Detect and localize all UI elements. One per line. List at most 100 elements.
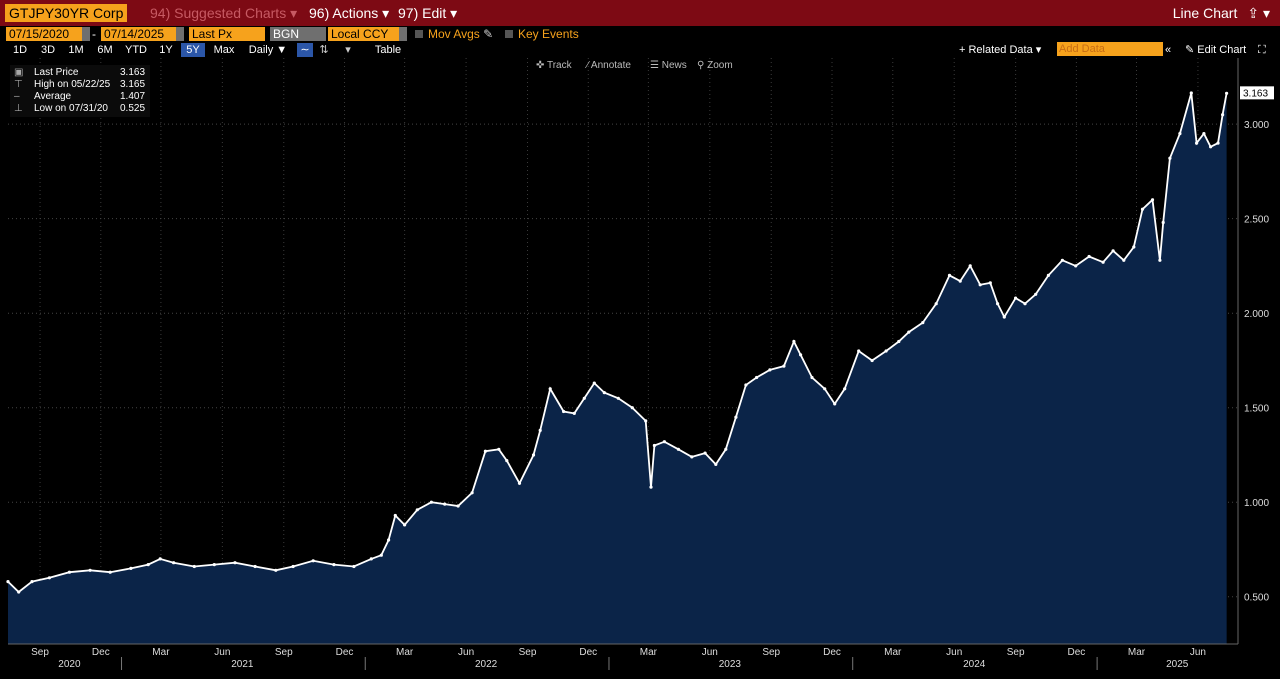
legend-last-label: Last Price bbox=[34, 67, 79, 78]
x-year-label: 2022 bbox=[475, 659, 498, 670]
price-point bbox=[1221, 113, 1225, 117]
x-month-label: Dec bbox=[92, 647, 110, 658]
legend-high-row: ⊤ High on 05/22/25 3.165 bbox=[10, 79, 150, 91]
price-point bbox=[505, 459, 509, 463]
legend-average-label: Average bbox=[34, 91, 72, 102]
price-point bbox=[146, 563, 150, 567]
price-point bbox=[884, 349, 888, 353]
price-chart[interactable]: 0.500 1.000 1.500 2.000 2.500 3.000 3.163 Sep De… bbox=[0, 0, 1280, 679]
y-tick-label: 2.000 bbox=[1244, 309, 1269, 320]
price-point bbox=[690, 455, 694, 459]
track-tool[interactable]: ✜ Track bbox=[536, 60, 572, 72]
legend-last-row: ▣ Last Price 3.163 bbox=[10, 67, 150, 79]
price-point bbox=[1168, 156, 1172, 160]
price-point bbox=[921, 321, 925, 325]
price-point bbox=[1225, 91, 1229, 95]
low-icon: ⊥ bbox=[14, 103, 23, 114]
price-point bbox=[1111, 249, 1115, 253]
legend-average-row: – Average 1.407 bbox=[10, 91, 150, 103]
legend-average-value: 1.407 bbox=[120, 91, 146, 102]
chart-legend: ▣ Last Price 3.163 ⊤ High on 05/22/25 3.… bbox=[10, 65, 150, 117]
x-month-label: Sep bbox=[519, 647, 537, 658]
x-month-label: Dec bbox=[1068, 647, 1086, 658]
x-month-label: Jun bbox=[214, 647, 230, 658]
x-month-label: Jun bbox=[702, 647, 718, 658]
x-month-label: Jun bbox=[458, 647, 474, 658]
price-point bbox=[192, 564, 196, 569]
price-point bbox=[1023, 302, 1027, 306]
news-icon: ☰ bbox=[650, 60, 662, 71]
price-point bbox=[676, 447, 681, 451]
x-month-label: Sep bbox=[31, 647, 49, 658]
price-point bbox=[429, 500, 433, 504]
x-month-label: Jun bbox=[1190, 647, 1206, 658]
annotate-tool[interactable]: ∕ Annotate bbox=[587, 60, 631, 72]
x-month-label: Mar bbox=[152, 647, 170, 658]
price-point bbox=[1189, 91, 1193, 95]
price-point bbox=[483, 449, 487, 453]
news-label: News bbox=[661, 60, 687, 71]
price-point bbox=[88, 568, 92, 572]
price-point bbox=[734, 415, 738, 419]
y-tick-label: 3.000 bbox=[1244, 120, 1269, 131]
zoom-tool[interactable]: ⚲ Zoom bbox=[697, 60, 733, 72]
price-point bbox=[792, 339, 796, 344]
price-point bbox=[592, 381, 596, 385]
x-year-label: 2025 bbox=[1166, 659, 1189, 670]
price-point bbox=[67, 570, 71, 574]
track-label: Track bbox=[546, 60, 572, 71]
price-point bbox=[934, 302, 938, 306]
price-point bbox=[968, 264, 972, 268]
price-point bbox=[108, 570, 112, 574]
price-point bbox=[233, 561, 237, 565]
last-value-label: 3.163 bbox=[1243, 88, 1268, 99]
price-point bbox=[907, 330, 911, 334]
price-point bbox=[947, 273, 952, 277]
price-point bbox=[1158, 258, 1162, 262]
price-point bbox=[1202, 132, 1206, 136]
price-point bbox=[1101, 260, 1105, 264]
last-price-icon: ▣ bbox=[14, 67, 24, 78]
price-point bbox=[799, 353, 803, 357]
price-point bbox=[714, 462, 718, 466]
average-icon: – bbox=[14, 91, 20, 102]
price-point bbox=[823, 387, 827, 391]
price-point bbox=[644, 419, 648, 423]
x-month-label: Dec bbox=[336, 647, 354, 658]
x-month-label: Dec bbox=[579, 647, 597, 658]
legend-high-value: 3.165 bbox=[120, 79, 146, 90]
price-point bbox=[291, 564, 295, 569]
price-point bbox=[582, 396, 586, 400]
price-point bbox=[958, 279, 962, 283]
news-tool[interactable]: ☰ News bbox=[650, 60, 687, 72]
price-point bbox=[1140, 207, 1145, 211]
price-point bbox=[978, 283, 982, 287]
price-point bbox=[833, 402, 837, 406]
price-point bbox=[572, 411, 576, 415]
x-month-label: Sep bbox=[1007, 647, 1025, 658]
x-month-label: Mar bbox=[396, 647, 414, 658]
price-point bbox=[782, 364, 786, 368]
price-point bbox=[870, 358, 874, 363]
price-point bbox=[988, 281, 992, 285]
price-point bbox=[253, 564, 257, 569]
price-point bbox=[1074, 264, 1078, 268]
price-point bbox=[630, 406, 634, 410]
price-point bbox=[652, 443, 657, 448]
price-point bbox=[843, 387, 847, 391]
price-point bbox=[311, 559, 315, 563]
high-icon: ⊤ bbox=[14, 79, 23, 90]
price-point bbox=[602, 391, 606, 395]
price-point bbox=[1132, 245, 1136, 249]
x-month-label: Jun bbox=[946, 647, 962, 658]
price-point bbox=[393, 513, 397, 518]
legend-low-value: 0.525 bbox=[120, 103, 146, 114]
crosshair-icon: ✜ bbox=[536, 60, 547, 71]
price-point bbox=[274, 568, 278, 572]
price-point bbox=[30, 580, 34, 584]
price-point bbox=[897, 339, 901, 344]
x-year-label: 2021 bbox=[231, 659, 254, 670]
price-point bbox=[562, 409, 566, 414]
price-point bbox=[403, 523, 407, 527]
legend-low-row: ⊥ Low on 07/31/20 0.525 bbox=[10, 103, 150, 115]
